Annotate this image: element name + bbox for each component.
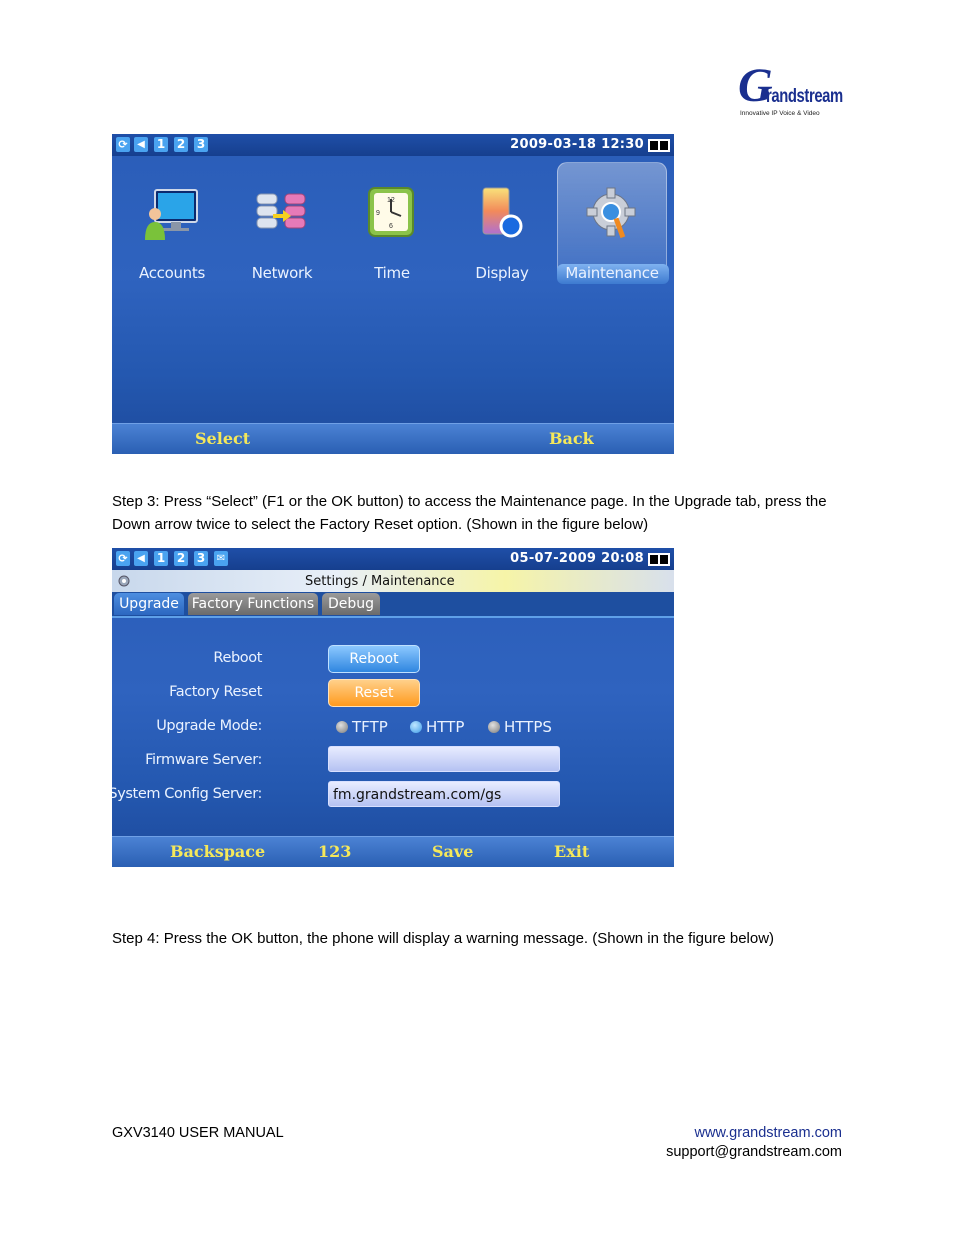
svg-text:12: 12 <box>387 197 395 204</box>
save-softkey[interactable]: Save <box>432 842 473 861</box>
menu-item-label: Accounts <box>139 264 205 282</box>
step-3-text: Step 3: Press “Select” (F1 or the OK but… <box>112 493 827 533</box>
reboot-label: Reboot <box>213 650 262 666</box>
menu-item-maintenance[interactable]: Maintenance <box>564 184 660 282</box>
step-4-text: Step 4: Press the OK button, the phone w… <box>112 930 775 947</box>
svg-text:6: 6 <box>389 223 393 230</box>
line-1-indicator: 1 <box>154 551 168 566</box>
menu-item-time[interactable]: 12 9 6 Time <box>344 184 440 282</box>
home-menu-screenshot: ⟳ ◀ 1 2 3 2009-03-18 12:30 Accounts Netw… <box>112 134 674 454</box>
tab-upgrade[interactable]: Upgrade <box>114 593 184 615</box>
menu-item-label: Maintenance <box>565 264 659 282</box>
speaker-icon: ◀ <box>134 137 148 152</box>
radio-dot <box>336 721 348 733</box>
logo-tagline: Innovative IP Voice & Video <box>740 110 820 117</box>
reset-button[interactable]: Reset <box>328 679 420 707</box>
battery-icon <box>648 553 670 566</box>
radio-label: TFTP <box>352 718 388 736</box>
back-softkey[interactable]: Back <box>549 429 594 448</box>
menu-item-accounts[interactable]: Accounts <box>124 184 220 282</box>
config-server-input[interactable]: fm.grandstream.com/gs <box>328 781 560 807</box>
maintenance-screenshot: ⟳ ◀ 1 2 3 ✉ 05-07-2009 20:08 Settings / … <box>112 548 674 867</box>
display-icon <box>471 184 533 246</box>
tab-debug[interactable]: Debug <box>322 593 380 615</box>
config-server-label: System Config Server: <box>112 786 262 802</box>
battery-icon <box>648 139 670 152</box>
logo-wordmark: randstream <box>766 86 843 107</box>
accounts-icon <box>141 184 203 246</box>
menu-item-display[interactable]: Display <box>454 184 550 282</box>
footer-support-email[interactable]: support@grandstream.com <box>666 1144 842 1160</box>
network-icon <box>251 184 313 246</box>
message-icon: ✉ <box>214 551 228 566</box>
factory-reset-label: Factory Reset <box>169 684 262 700</box>
tab-factory-functions[interactable]: Factory Functions <box>188 593 318 615</box>
settings-icon <box>116 573 132 589</box>
softkey-bar: Select Back <box>112 423 674 454</box>
line-1-indicator: 1 <box>154 137 168 152</box>
tab-bar: Upgrade Factory Functions Debug <box>112 592 674 618</box>
menu-item-label: Display <box>475 264 529 282</box>
grandstream-logo: G randstream Innovative IP Voice & Video <box>736 62 843 120</box>
refresh-icon: ⟳ <box>116 551 130 566</box>
status-bar: ⟳ ◀ 1 2 3 ✉ 05-07-2009 20:08 <box>112 548 674 570</box>
line-3-indicator: 3 <box>194 551 208 566</box>
status-bar: ⟳ ◀ 1 2 3 2009-03-18 12:30 <box>112 134 674 156</box>
firmware-server-input[interactable] <box>328 746 560 772</box>
title-bar: Settings / Maintenance <box>112 570 674 592</box>
radio-dot <box>488 721 500 733</box>
reboot-button[interactable]: Reboot <box>328 645 420 673</box>
line-2-indicator: 2 <box>174 137 188 152</box>
select-softkey[interactable]: Select <box>195 429 250 448</box>
menu-item-label: Time <box>374 264 410 282</box>
radio-https[interactable]: HTTPS <box>488 718 552 736</box>
gear-icon <box>581 184 643 246</box>
refresh-icon: ⟳ <box>116 137 130 152</box>
menu-item-network[interactable]: Network <box>234 184 330 282</box>
clock-icon: 12 9 6 <box>361 184 423 246</box>
line-2-indicator: 2 <box>174 551 188 566</box>
radio-dot <box>410 721 422 733</box>
speaker-icon: ◀ <box>134 551 148 566</box>
firmware-server-label: Firmware Server: <box>145 752 262 768</box>
exit-softkey[interactable]: Exit <box>554 842 589 861</box>
softkey-bar: Backspace 123 Save Exit <box>112 836 674 867</box>
upgrade-mode-label: Upgrade Mode: <box>156 718 262 734</box>
line-3-indicator: 3 <box>194 137 208 152</box>
menu-item-label: Network <box>251 264 313 282</box>
backspace-softkey[interactable]: Backspace <box>170 842 265 861</box>
radio-http[interactable]: HTTP <box>410 718 464 736</box>
svg-text:9: 9 <box>376 210 380 217</box>
footer-website-link[interactable]: www.grandstream.com <box>695 1125 842 1141</box>
radio-tftp[interactable]: TFTP <box>336 718 388 736</box>
date-time: 2009-03-18 12:30 <box>510 137 644 152</box>
radio-label: HTTPS <box>504 718 552 736</box>
date-time: 05-07-2009 20:08 <box>510 551 644 566</box>
input-mode-softkey[interactable]: 123 <box>318 842 351 861</box>
page-title: Settings / Maintenance <box>305 574 455 589</box>
footer-manual-title: GXV3140 USER MANUAL <box>112 1125 284 1141</box>
radio-label: HTTP <box>426 718 465 736</box>
